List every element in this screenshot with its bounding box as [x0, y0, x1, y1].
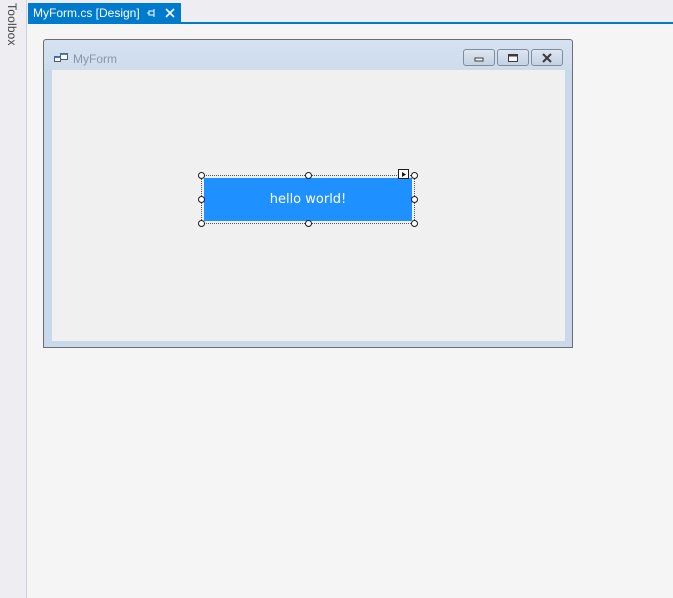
resize-handle-right[interactable]: [411, 196, 418, 203]
tab-label: MyForm.cs [Design]: [33, 6, 140, 20]
form-app-icon: [54, 52, 68, 66]
maximize-button[interactable]: [497, 49, 529, 66]
resize-handle-left[interactable]: [198, 196, 205, 203]
resize-handle-top[interactable]: [305, 172, 312, 179]
document-tab-strip: MyForm.cs [Design]: [28, 0, 673, 24]
form-titlebar[interactable]: MyForm: [44, 40, 572, 70]
resize-handle-bottom-right[interactable]: [411, 220, 418, 227]
close-button[interactable]: [531, 49, 563, 66]
pin-icon[interactable]: [145, 6, 159, 20]
resize-handle-top-left[interactable]: [198, 172, 205, 179]
smart-tag-arrow-icon[interactable]: [398, 169, 409, 179]
resize-handle-bottom-left[interactable]: [198, 220, 205, 227]
toolbox-label[interactable]: Toolbox: [5, 3, 19, 46]
toolbox-rail[interactable]: Toolbox: [0, 0, 27, 598]
resize-handle-top-right[interactable]: [411, 172, 418, 179]
hello-world-button[interactable]: hello world!: [204, 178, 412, 221]
minimize-button[interactable]: [463, 49, 495, 66]
resize-handle-bottom[interactable]: [305, 220, 312, 227]
close-icon[interactable]: [163, 6, 177, 20]
form-title: MyForm: [73, 52, 117, 66]
tab-myform-design[interactable]: MyForm.cs [Design]: [28, 3, 181, 23]
